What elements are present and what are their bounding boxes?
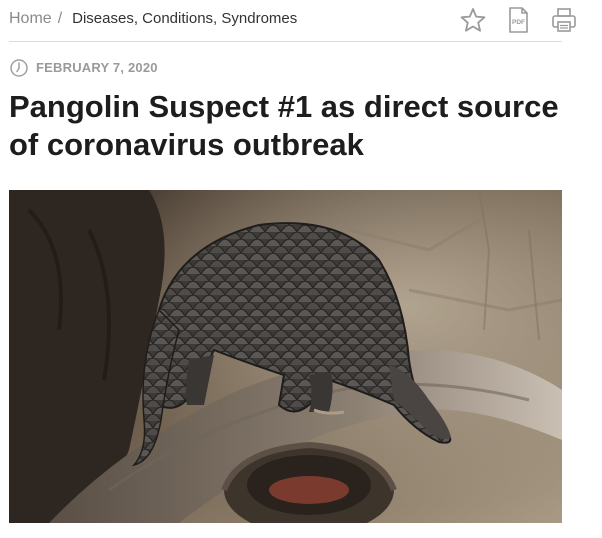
clock-icon (10, 59, 28, 77)
print-button[interactable] (549, 5, 579, 35)
article-title: Pangolin Suspect #1 as direct source of … (9, 89, 559, 162)
star-icon (460, 8, 486, 32)
article-hero-image (9, 190, 562, 523)
breadcrumb: Home / Diseases, Conditions, Syndromes (9, 10, 297, 28)
breadcrumb-category-link[interactable]: Diseases, Conditions, Syndromes (72, 10, 297, 27)
top-bar: Home / Diseases, Conditions, Syndromes PDF (9, 0, 576, 42)
pdf-icon: PDF (509, 7, 528, 33)
article-date: FEBRUARY 7, 2020 (36, 60, 158, 75)
pdf-download-button[interactable]: PDF (503, 5, 533, 35)
pdf-badge-text: PDF (512, 19, 525, 26)
pangolin-photo (9, 190, 562, 523)
bookmark-button[interactable] (458, 5, 488, 35)
breadcrumb-home-link[interactable]: Home (9, 10, 52, 27)
breadcrumb-separator: / (57, 10, 63, 27)
print-icon (552, 8, 576, 32)
